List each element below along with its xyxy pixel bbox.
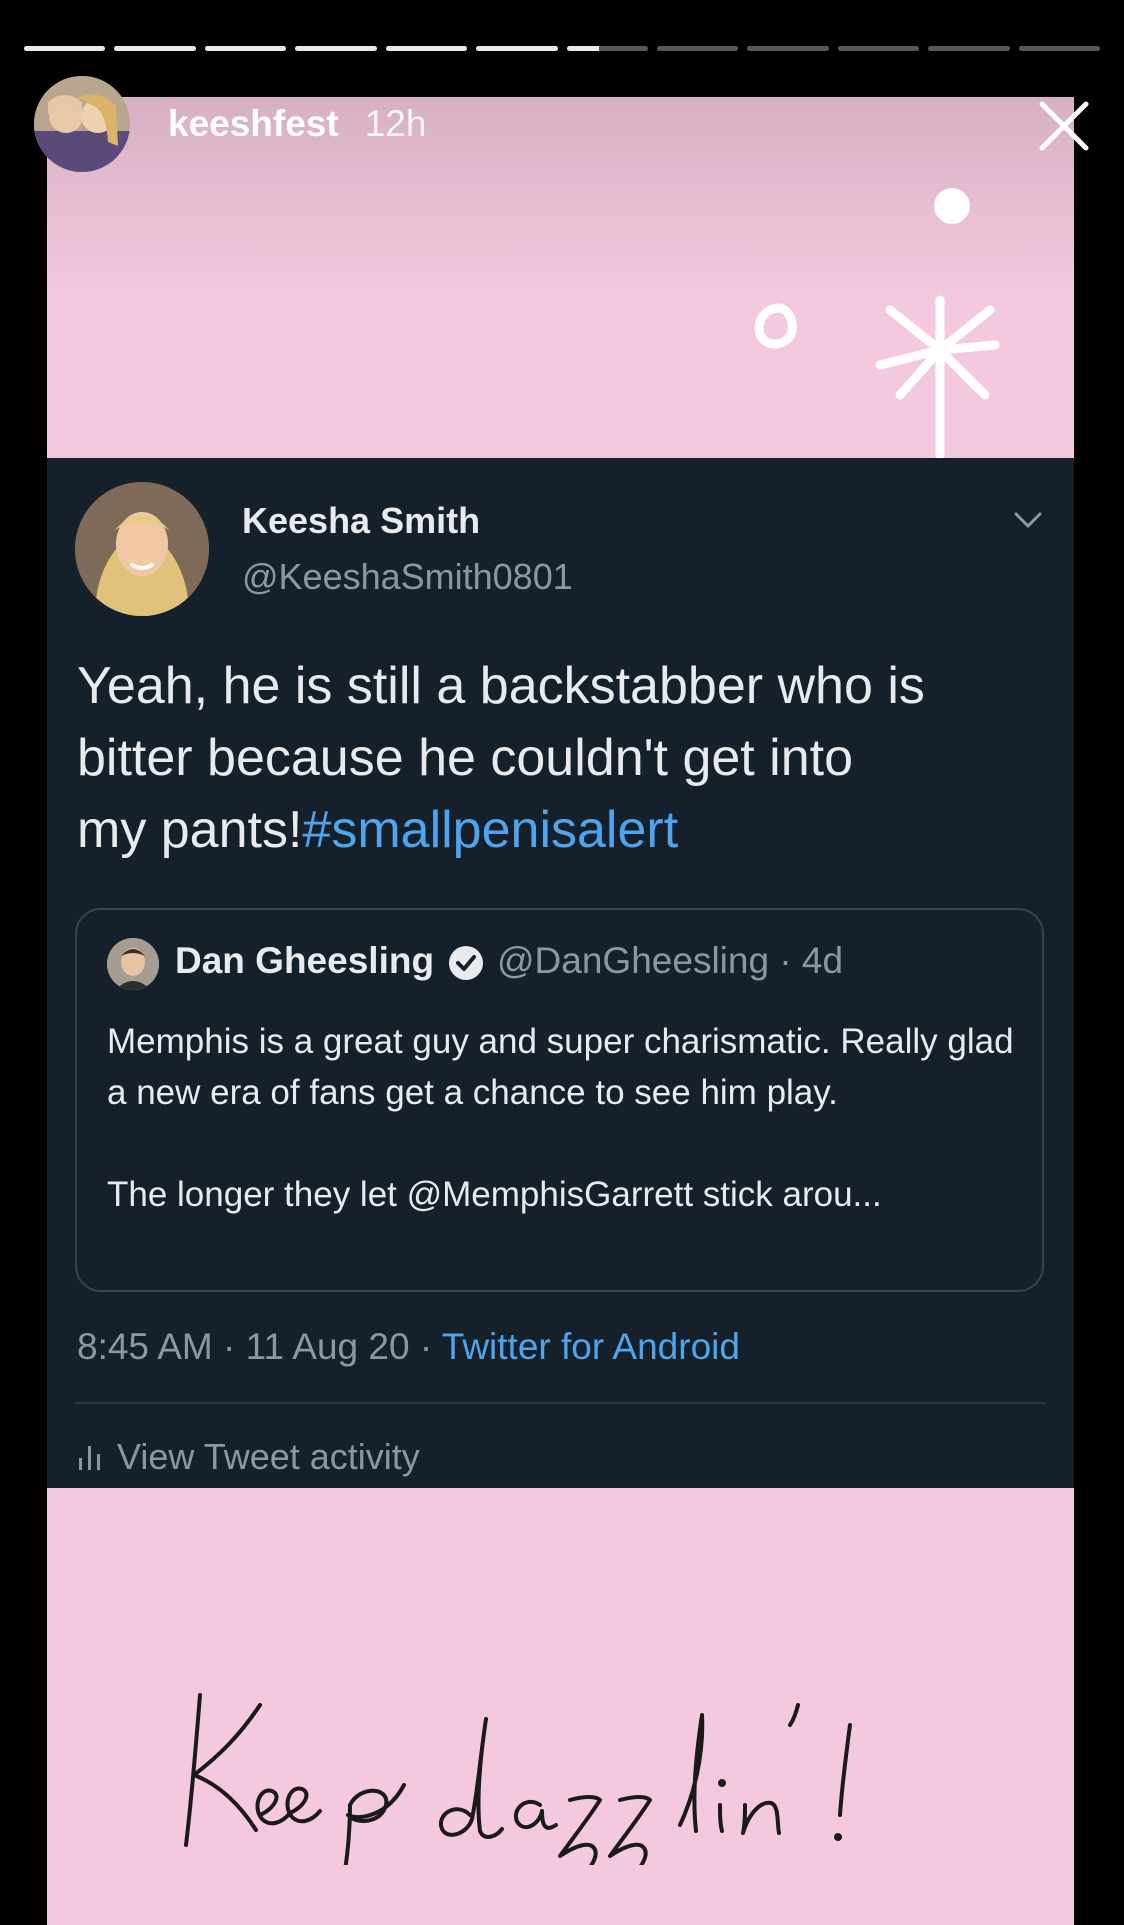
story-progress-segment: [656, 46, 739, 51]
chevron-down-icon: [1014, 512, 1042, 529]
story-progress-segment: [566, 46, 648, 51]
story-progress-segment: [747, 46, 829, 51]
sparkle-doodle-icon: [754, 188, 1000, 460]
story-progress-segment: [295, 46, 377, 51]
story-timestamp: 12h: [364, 103, 427, 144]
tweet-text-line: my pants!#smallpenisalert: [77, 794, 1037, 866]
tweet-screenshot: Keesha Smith @KeeshaSmith0801 Yeah, he i…: [47, 458, 1074, 1488]
tweet-text: Yeah, he is still a backstabber who is b…: [77, 650, 1037, 866]
quoted-tweet: Dan Gheesling @DanGheesling · 4d Memphis…: [75, 908, 1044, 1292]
quoted-author-avatar: [107, 938, 159, 990]
tweet-author-name: Keesha Smith: [242, 500, 481, 541]
story-progress-segment: [114, 46, 196, 51]
story-progress-fill: [114, 46, 196, 51]
story-progress-fill: [566, 46, 600, 51]
quoted-paragraph: The longer they let @MemphisGarrett stic…: [107, 1175, 882, 1214]
handwritten-caption: [184, 1693, 852, 1865]
verified-badge-icon: [449, 946, 483, 980]
tweet-author-avatar: [75, 482, 209, 616]
view-tweet-activity: View Tweet activity: [77, 1436, 420, 1478]
story-progress-segment: [204, 46, 287, 51]
bar-chart-icon: [79, 1446, 100, 1470]
story-progress-bar: [24, 46, 1101, 51]
tweet-text-line: bitter because he couldn't get into: [77, 729, 854, 787]
tweet-text-line: Yeah, he is still a backstabber who is: [77, 657, 925, 715]
tweet-author-handle: @KeeshaSmith0801: [242, 556, 573, 597]
quoted-author-handle: @DanGheesling · 4d: [497, 940, 844, 981]
story-progress-segment: [928, 46, 1010, 51]
story-progress-segment: [837, 46, 920, 51]
story-progress-fill: [476, 46, 558, 51]
tweet-source-link: Twitter for Android: [441, 1326, 740, 1367]
story-progress-segment: [1018, 46, 1101, 51]
story-progress-fill: [204, 46, 287, 51]
quoted-author-name: Dan Gheesling: [175, 940, 435, 981]
story-header: keeshfest 12h: [34, 76, 426, 172]
avatar[interactable]: [34, 76, 130, 172]
username[interactable]: keeshfest: [168, 103, 339, 145]
story-progress-fill: [24, 46, 106, 51]
quoted-tweet-text: Memphis is a great guy and super charism…: [107, 1016, 1027, 1220]
divider: [75, 1402, 1046, 1404]
story-progress-segment: [385, 46, 468, 51]
story-progress-fill: [295, 46, 377, 51]
close-icon[interactable]: [1034, 96, 1094, 156]
tweet-text-line-part: my pants!: [77, 801, 303, 859]
quoted-paragraph: Memphis is a great guy and super charism…: [107, 1022, 1014, 1112]
story-progress-fill: [385, 46, 468, 51]
story-progress-segment: [24, 46, 106, 51]
tweet-timestamp: 8:45 AM · 11 Aug 20 ·: [77, 1326, 442, 1367]
hashtag-link: #smallpenisalert: [302, 801, 679, 859]
story-progress-segment: [476, 46, 558, 51]
tweet-metadata: 8:45 AM · 11 Aug 20 · Twitter for Androi…: [77, 1326, 740, 1368]
view-tweet-activity-label: View Tweet activity: [117, 1436, 420, 1477]
